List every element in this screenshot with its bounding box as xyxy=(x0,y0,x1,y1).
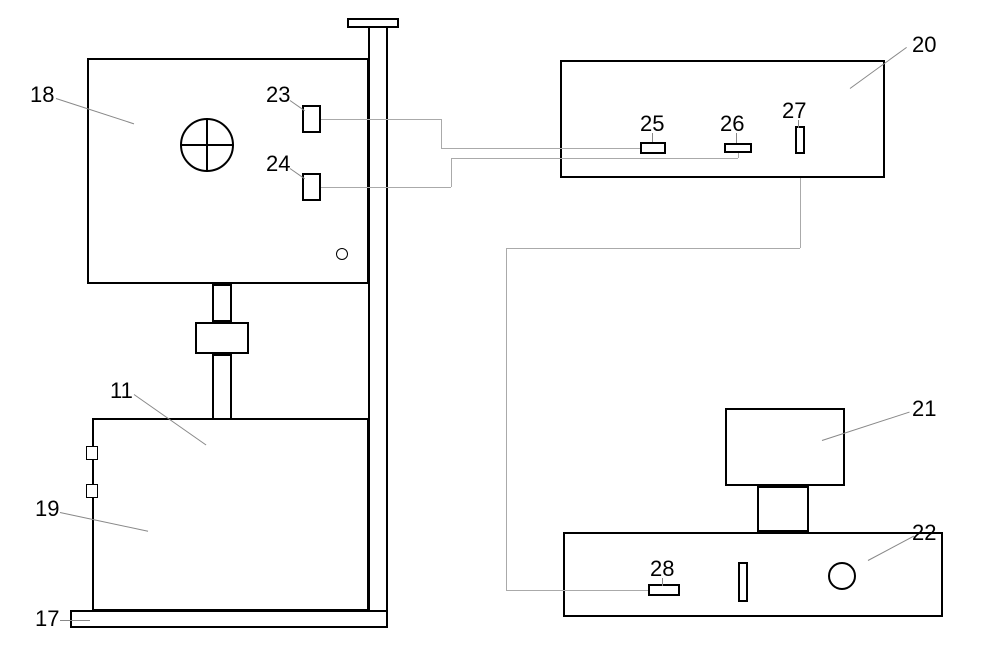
label-24: 24 xyxy=(266,153,290,175)
monitor xyxy=(725,408,845,486)
upper-block xyxy=(87,58,369,284)
wire-27-28-c xyxy=(506,248,507,590)
wire-23-25-c xyxy=(441,148,640,149)
wire-24-26-a xyxy=(321,187,451,188)
port-26 xyxy=(724,143,752,153)
top-cap xyxy=(347,18,399,28)
schematic-diagram: 18 23 24 11 19 17 20 25 26 27 21 22 28 xyxy=(0,0,1000,653)
label-26: 26 xyxy=(720,113,744,135)
power-button-icon xyxy=(828,562,856,590)
port-27 xyxy=(795,126,805,154)
port-28 xyxy=(648,584,680,596)
indicator-small-circle-icon xyxy=(336,248,348,260)
wire-23-25-b xyxy=(441,119,442,148)
wire-27-28-d xyxy=(506,590,648,591)
shaft-upper xyxy=(212,284,232,322)
leader-25 xyxy=(652,133,653,142)
leader-27 xyxy=(798,120,799,128)
leader-17 xyxy=(60,620,90,621)
monitor-neck xyxy=(757,486,809,532)
tank-side-port-lower xyxy=(86,484,98,498)
wire-23-25-a xyxy=(321,119,441,120)
label-25: 25 xyxy=(640,113,664,135)
wire-24-26-c xyxy=(451,158,738,159)
label-28: 28 xyxy=(650,558,674,580)
port-23 xyxy=(302,105,321,133)
port-25 xyxy=(640,142,666,154)
leader-28 xyxy=(662,578,663,586)
wire-27-28-a xyxy=(800,178,801,248)
leader-26 xyxy=(736,133,737,143)
collar xyxy=(195,322,249,354)
wire-24-26-d xyxy=(738,153,739,158)
tank-side-port-upper xyxy=(86,446,98,460)
port-24 xyxy=(302,173,321,201)
label-17: 17 xyxy=(35,608,59,630)
label-18: 18 xyxy=(30,84,54,106)
label-21: 21 xyxy=(912,398,936,420)
computer-base xyxy=(563,532,943,617)
label-19: 19 xyxy=(35,498,59,520)
label-27: 27 xyxy=(782,100,806,122)
label-20: 20 xyxy=(912,34,936,56)
label-11: 11 xyxy=(110,380,133,402)
tank xyxy=(92,418,369,611)
label-23: 23 xyxy=(266,84,290,106)
wire-24-26-b xyxy=(451,158,452,187)
label-22: 22 xyxy=(912,522,936,544)
wire-27-28-b xyxy=(506,248,800,249)
slot xyxy=(738,562,748,602)
base-plate xyxy=(70,610,388,628)
dial-cross-horizontal xyxy=(180,144,234,146)
vertical-post xyxy=(368,26,388,612)
